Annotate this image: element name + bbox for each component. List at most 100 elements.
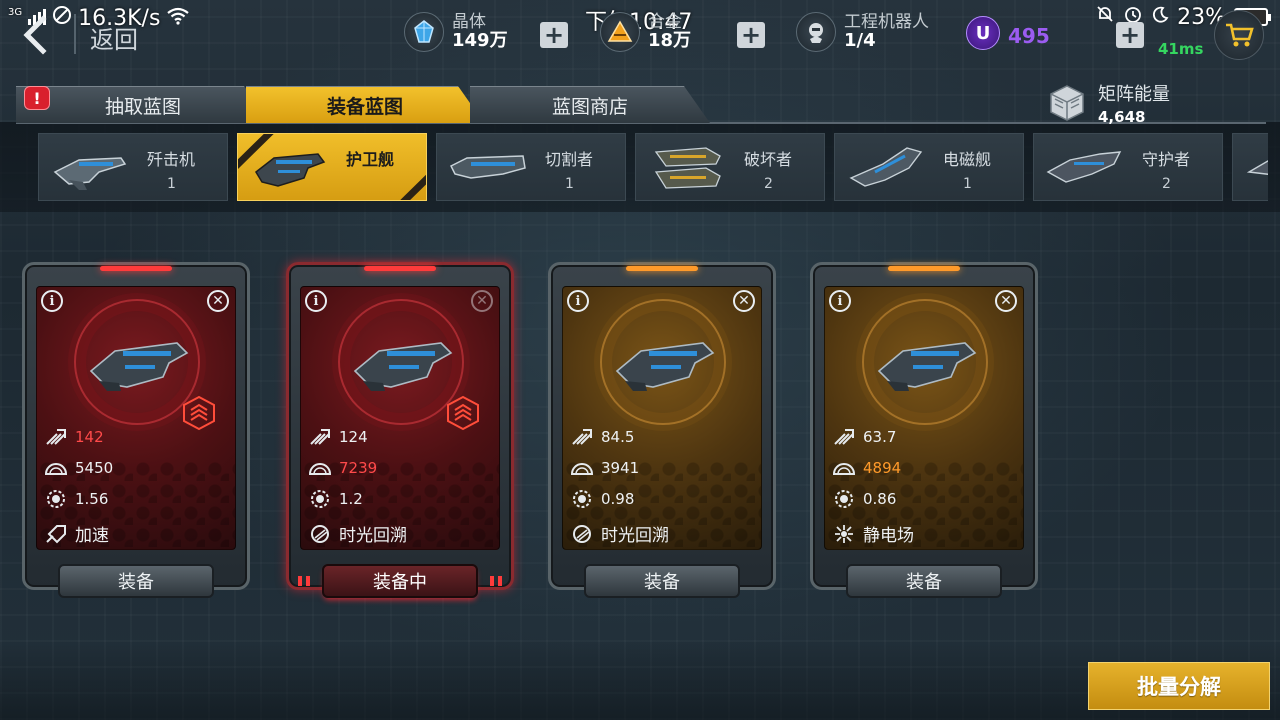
attack-value: 142 <box>75 428 104 446</box>
attack-value: 63.7 <box>863 428 897 446</box>
escort-ship-icon <box>877 342 977 391</box>
ship-type-fighter[interactable]: 歼击机 1 <box>38 133 228 201</box>
ship-em-icon <box>849 147 923 187</box>
gear-icon <box>833 489 855 509</box>
hp-stat: 7239 <box>309 458 377 478</box>
matrix-energy: 矩阵能量 4,648 <box>1046 80 1170 126</box>
u-currency-value: 495 <box>1008 24 1050 48</box>
moon-icon <box>1151 5 1169 30</box>
shield-icon <box>571 458 593 478</box>
blueprint-card[interactable]: i ✕ 124 7239 1.2 时光回溯 装备中 <box>286 262 514 598</box>
ship-destroyer-icon <box>654 147 721 189</box>
time-rewind-icon <box>571 524 593 544</box>
speed-stat: 0.86 <box>833 489 896 509</box>
resource-crystal: 晶体 149万 <box>404 12 508 52</box>
skill-name: 加速 <box>75 526 109 546</box>
speed-value: 0.98 <box>601 490 635 508</box>
rarity-glow <box>888 266 960 271</box>
ship-type-name: 歼击机 <box>147 150 196 169</box>
skill-stat: 时光回溯 <box>571 521 669 546</box>
static-field-icon <box>833 524 855 544</box>
rarity-glow <box>626 266 698 271</box>
tab-draw-blueprint[interactable]: 抽取蓝图 <box>16 86 270 123</box>
alloy-label: 合金 <box>648 11 682 32</box>
info-icon[interactable]: i <box>829 290 851 312</box>
speed-stat: 0.98 <box>571 489 634 509</box>
attack-value: 124 <box>339 428 368 446</box>
blueprint-card[interactable]: i ✕ 63.7 4894 0.86 静电场 装备 <box>810 262 1038 598</box>
equipped-marker-icon <box>490 576 502 586</box>
ship-type-name: 守护者 <box>1142 150 1191 169</box>
ship-type-destroyer[interactable]: 破坏者 2 <box>635 133 825 201</box>
back-button[interactable] <box>12 10 58 60</box>
ping-value: 41ms <box>1158 40 1204 58</box>
info-icon[interactable]: i <box>41 290 63 312</box>
hp-stat: 3941 <box>571 458 639 478</box>
equipped-marker-icon <box>298 576 310 586</box>
close-icon[interactable]: ✕ <box>995 290 1017 312</box>
crystal-label: 晶体 <box>452 11 486 32</box>
hp-value: 4894 <box>863 459 902 477</box>
attack-stat: 124 <box>309 427 368 447</box>
ship-type-escort[interactable]: 护卫舰 <box>237 133 427 201</box>
ship-type-name: 护卫舰 <box>346 150 395 169</box>
hp-stat: 4894 <box>833 458 901 478</box>
close-icon[interactable]: ✕ <box>471 290 493 312</box>
equip-button[interactable]: 装备 <box>846 564 1002 598</box>
close-icon[interactable]: ✕ <box>733 290 755 312</box>
ship-cutter-icon <box>449 155 526 179</box>
ship-type-count: 1 <box>565 176 574 192</box>
ship-type-count: 1 <box>963 176 972 192</box>
info-icon[interactable]: i <box>567 290 589 312</box>
resource-u-currency: U <box>966 16 1000 50</box>
attack-stat: 84.5 <box>571 427 634 447</box>
ship-type-cutter[interactable]: 切割者 1 <box>436 133 626 201</box>
blueprint-card[interactable]: i ✕ 84.5 3941 0.98 时光回溯 装备 <box>548 262 776 598</box>
rarity-glow <box>100 266 172 271</box>
header-divider <box>74 14 76 54</box>
close-icon[interactable]: ✕ <box>207 290 229 312</box>
tab-blueprint-shop[interactable]: 蓝图商店 <box>470 86 710 123</box>
escort-ship-icon <box>89 342 189 391</box>
batch-dismantle-button[interactable]: 批量分解 <box>1088 662 1270 710</box>
attack-icon <box>833 427 855 447</box>
hp-value: 5450 <box>75 459 114 477</box>
shop-cart-button[interactable] <box>1214 10 1264 60</box>
robot-label: 工程机器人 <box>844 11 929 32</box>
speed-value: 1.2 <box>339 490 363 508</box>
speed-value: 0.86 <box>863 490 897 508</box>
info-icon[interactable]: i <box>305 290 327 312</box>
add-crystal-button[interactable]: + <box>540 22 568 48</box>
ship-type-count: 2 <box>1162 176 1171 192</box>
skill-stat: 加速 <box>45 521 109 546</box>
resource-robot: 工程机器人 1/4 <box>796 12 929 52</box>
tab-equip-blueprint[interactable]: 装备蓝图 <box>246 86 484 123</box>
rank-chevron-icon <box>447 395 479 431</box>
blueprint-card[interactable]: i ✕ 142 5450 1.56 加速 装备 <box>22 262 250 598</box>
add-alloy-button[interactable]: + <box>737 22 765 48</box>
add-u-currency-button[interactable]: + <box>1116 22 1144 48</box>
attack-icon <box>45 427 67 447</box>
equip-button[interactable]: 装备 <box>584 564 740 598</box>
back-label[interactable]: 返回 <box>90 20 138 55</box>
ship-type-name: 电磁舰 <box>943 150 992 169</box>
boost-icon <box>45 524 67 544</box>
alert-badge: ! <box>24 86 50 110</box>
ship-type-guardian[interactable]: 守护者 2 <box>1033 133 1223 201</box>
attack-stat: 63.7 <box>833 427 896 447</box>
ship-type-name: 切割者 <box>545 150 594 169</box>
ship-type-em-ship[interactable]: 电磁舰 1 <box>834 133 1024 201</box>
skill-stat: 静电场 <box>833 521 914 546</box>
card-panel: i ✕ 142 5450 1.56 加速 <box>36 286 236 550</box>
hp-value: 3941 <box>601 459 640 477</box>
crystal-icon <box>404 12 444 52</box>
speed-stat: 1.56 <box>45 489 108 509</box>
hp-value: 7239 <box>339 459 378 477</box>
ship-type-partial[interactable] <box>1232 133 1268 201</box>
ship-type-name: 破坏者 <box>744 150 793 169</box>
gear-icon <box>45 489 67 509</box>
equip-button[interactable]: 装备 <box>58 564 214 598</box>
attack-value: 84.5 <box>601 428 635 446</box>
equipped-button[interactable]: 装备中 <box>322 564 478 598</box>
skill-name: 静电场 <box>863 526 914 546</box>
